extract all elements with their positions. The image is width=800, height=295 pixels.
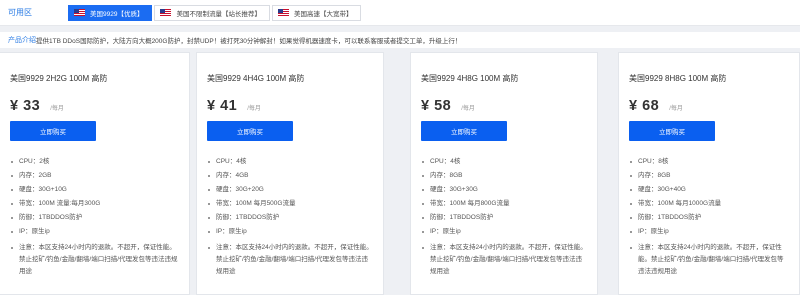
spec-cpu: CPU：4核: [207, 158, 373, 166]
region-tab-unlimited-traffic[interactable]: 美国不限制流量【站长推荐】: [154, 4, 270, 21]
spec-bandwidth: 带宽：100M 流量:每月300G: [10, 200, 179, 208]
price-row: ¥ 41 /每月: [207, 98, 373, 114]
spec-disk: 硬盘：30G+30G: [421, 186, 587, 194]
spec-note: 注意：本区支持24小时内的退款。不超开，保证性能。禁止挖矿/钓鱼/金融/翻墙/端…: [10, 242, 179, 278]
spec-disk: 硬盘：30G+40G: [629, 186, 789, 194]
spec-defense: 防御：1TBDDOS防护: [207, 214, 373, 222]
buy-now-button[interactable]: 立即购买: [10, 121, 96, 141]
region-selector: 可用区 美国9929【优质】 美国不限制流量【站长推荐】 美国高速【大宽带】: [0, 0, 800, 26]
spec-bandwidth: 带宽：100M 每月800G流量: [421, 200, 587, 208]
region-tab-9929-premium[interactable]: 美国9929【优质】: [68, 4, 153, 21]
price-row: ¥ 33 /每月: [10, 98, 179, 114]
spec-note: 注意：本区支持24小时内的退款。不超开，保证性能。禁止挖矿/钓鱼/金融/翻墙/端…: [207, 242, 373, 278]
spec-defense: 防御：1TBDDOS防护: [629, 214, 789, 222]
spec-list: CPU：4核 内存：4GB 硬盘：30G+20G 带宽：100M 每月500G流…: [207, 158, 373, 278]
region-label: 可用区: [8, 8, 32, 17]
product-card-2h2g: 美国9929 2H2G 100M 高防 ¥ 33 /每月 立即购买 CPU：2核…: [0, 52, 190, 295]
region-tab-label: 美国高速【大宽带】: [293, 10, 353, 18]
product-intro-bar: 产品介绍 提供1TB DDoS国际防护，大陆方向大概200G防护，封禁UDP！被…: [0, 32, 800, 48]
product-price: ¥ 41: [207, 98, 238, 114]
spec-ip: IP：原生ip: [10, 228, 179, 236]
product-price: ¥ 68: [629, 98, 660, 114]
us-flag-icon: [277, 9, 289, 16]
spec-list: CPU：8核 内存：8GB 硬盘：30G+40G 带宽：100M 每月1000G…: [629, 158, 789, 278]
product-price: ¥ 58: [421, 98, 452, 114]
spec-memory: 内存：8GB: [421, 172, 587, 180]
spec-defense: 防御：1TBDDOS防护: [10, 214, 179, 222]
product-card-8h8g: 美国9929 8H8G 100M 高防 ¥ 68 /每月 立即购买 CPU：8核…: [618, 52, 800, 295]
price-row: ¥ 58 /每月: [421, 98, 587, 114]
product-card-4h8g: 美国9929 4H8G 100M 高防 ¥ 58 /每月 立即购买 CPU：4核…: [410, 52, 598, 295]
region-tab-label: 美国9929【优质】: [90, 10, 144, 18]
spec-bandwidth: 带宽：100M 每月1000G流量: [629, 200, 789, 208]
spec-disk: 硬盘：30G+10G: [10, 186, 179, 194]
spec-memory: 内存：8GB: [629, 172, 789, 180]
product-title: 美国9929 8H8G 100M 高防: [629, 74, 727, 83]
buy-now-button[interactable]: 立即购买: [629, 121, 715, 141]
buy-now-button[interactable]: 立即购买: [421, 121, 507, 141]
spec-ip: IP：原生ip: [207, 228, 373, 236]
price-unit: /每月: [461, 106, 475, 112]
spec-ip: IP：原生ip: [421, 228, 587, 236]
spec-note: 注意：本区支持24小时内的退款。不超开，保证性能。禁止挖矿/钓鱼/金融/翻墙/端…: [421, 242, 587, 278]
product-intro-label: 产品介绍: [8, 37, 36, 44]
price-unit: /每月: [50, 106, 64, 112]
product-title: 美国9929 4H4G 100M 高防: [207, 74, 305, 83]
buy-now-button[interactable]: 立即购买: [207, 121, 293, 141]
spec-defense: 防御：1TBDDOS防护: [421, 214, 587, 222]
product-card-list: 美国9929 2H2G 100M 高防 ¥ 33 /每月 立即购买 CPU：2核…: [0, 52, 800, 295]
product-card-4h4g: 美国9929 4H4G 100M 高防 ¥ 41 /每月 立即购买 CPU：4核…: [196, 52, 384, 295]
spec-cpu: CPU：8核: [629, 158, 789, 166]
price-unit: /每月: [247, 106, 261, 112]
spec-bandwidth: 带宽：100M 每月500G流量: [207, 200, 373, 208]
product-price: ¥ 33: [10, 98, 41, 114]
spec-cpu: CPU：4核: [421, 158, 587, 166]
spec-memory: 内存：2GB: [10, 172, 179, 180]
product-title: 美国9929 4H8G 100M 高防: [421, 74, 519, 83]
spec-list: CPU：2核 内存：2GB 硬盘：30G+10G 带宽：100M 流量:每月30…: [10, 158, 179, 278]
us-flag-icon: [160, 9, 172, 16]
product-intro-text: 提供1TB DDoS国际防护，大陆方向大概200G防护，封禁UDP！被打死30分…: [36, 38, 462, 45]
spec-disk: 硬盘：30G+20G: [207, 186, 373, 194]
price-unit: /每月: [669, 106, 683, 112]
region-tab-label: 美国不限制流量【站长推荐】: [176, 10, 261, 18]
spec-ip: IP：原生ip: [629, 228, 789, 236]
spec-cpu: CPU：2核: [10, 158, 179, 166]
spec-memory: 内存：4GB: [207, 172, 373, 180]
price-row: ¥ 68 /每月: [629, 98, 789, 114]
spec-note: 注意：本区支持24小时内的退款。不超开，保证性能。禁止挖矿/钓鱼/金融/翻墙/端…: [629, 242, 789, 278]
us-flag-icon: [74, 9, 85, 16]
region-tab-high-speed[interactable]: 美国高速【大宽带】: [271, 4, 362, 21]
spec-list: CPU：4核 内存：8GB 硬盘：30G+30G 带宽：100M 每月800G流…: [421, 158, 587, 278]
product-title: 美国9929 2H2G 100M 高防: [10, 74, 108, 83]
